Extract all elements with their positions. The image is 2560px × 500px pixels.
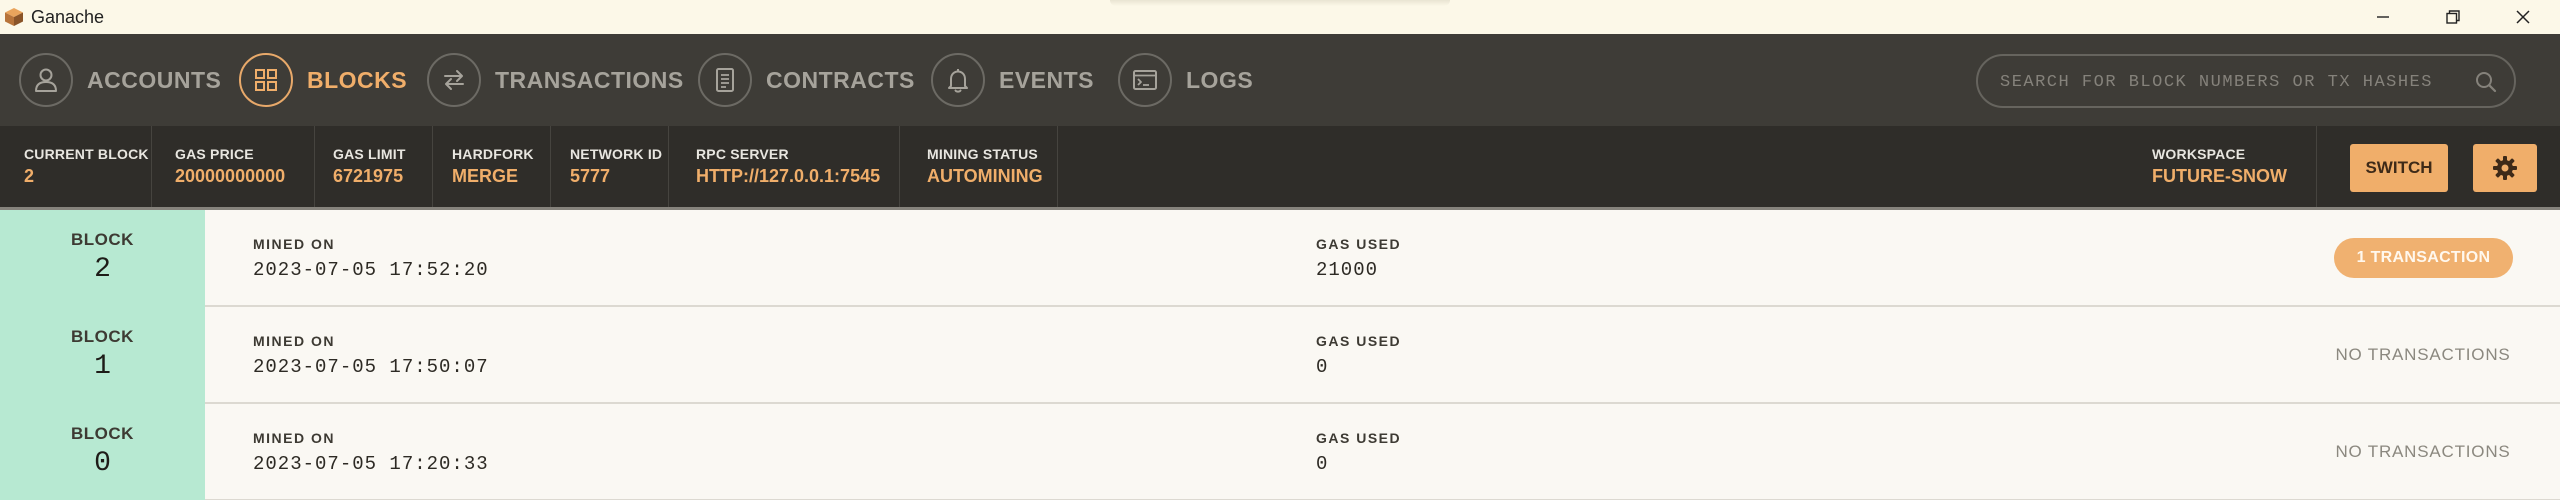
- search-input[interactable]: [2000, 70, 2460, 94]
- block-number-badge: BLOCK 1: [0, 307, 205, 404]
- network-id-label: NETWORK ID: [570, 146, 663, 162]
- mined-on-label: MINED ON: [253, 333, 335, 349]
- gas-price-label: GAS PRICE: [175, 146, 254, 162]
- block-number: 1: [94, 351, 111, 382]
- block-label: BLOCK: [71, 230, 134, 249]
- minimize-icon: [2377, 16, 2389, 18]
- switch-workspace-button[interactable]: SWITCH: [2350, 144, 2448, 192]
- mining-status-value: AUTOMINING: [927, 166, 1043, 186]
- rpc-server-value: HTTP://127.0.0.1:7545: [696, 166, 881, 186]
- nav-accounts-label: ACCOUNTS: [87, 66, 222, 93]
- restore-icon: [2446, 10, 2460, 24]
- grid-icon: [255, 69, 277, 91]
- current-block-value: 2: [24, 166, 35, 186]
- nav-blocks-label: BLOCKS: [307, 66, 408, 93]
- nav-contracts-label: CONTRACTS: [766, 66, 915, 93]
- person-icon: [35, 68, 57, 92]
- gas-used-label: GAS USED: [1316, 236, 1402, 252]
- document-icon: [716, 68, 734, 92]
- minimize-button[interactable]: [2348, 0, 2418, 34]
- gas-used-value: 0: [1316, 453, 1329, 475]
- block-row[interactable]: BLOCK 0 MINED ON 2023-07-05 17:20:33 GAS…: [0, 404, 2560, 500]
- block-number-badge: BLOCK 0: [0, 404, 205, 500]
- nav-accounts-icon-circle: [19, 53, 73, 107]
- mined-on-value: 2023-07-05 17:20:33: [253, 453, 489, 475]
- gas-used-label: GAS USED: [1316, 430, 1402, 446]
- block-number: 2: [94, 254, 111, 285]
- mined-on-value: 2023-07-05 17:50:07: [253, 356, 489, 378]
- block-list: BLOCK 2 MINED ON 2023-07-05 17:52:20 GAS…: [0, 210, 2560, 500]
- stat-hardfork: HARDFORK MERGE: [433, 126, 551, 207]
- window-title: Ganache: [31, 7, 105, 27]
- mined-on-label: MINED ON: [253, 236, 335, 252]
- terminal-icon: [1133, 70, 1157, 90]
- no-transactions-text: NO TRANSACTIONS: [2335, 345, 2511, 364]
- close-icon: [2516, 10, 2530, 24]
- nav-contracts[interactable]: CONTRACTS: [698, 50, 915, 110]
- status-bar: CURRENT BLOCK 2 GAS PRICE 20000000000 GA…: [0, 126, 2560, 210]
- nav-events-label: EVENTS: [999, 66, 1095, 93]
- stat-gas-limit: GAS LIMIT 6721975: [315, 126, 433, 207]
- nav-blocks[interactable]: BLOCKS: [239, 50, 407, 110]
- swap-arrows-icon: [444, 70, 464, 90]
- title-bar-shadow: [1110, 0, 1450, 6]
- workspace-label: WORKSPACE: [2152, 146, 2246, 162]
- block-row[interactable]: BLOCK 1 MINED ON 2023-07-05 17:50:07 GAS…: [0, 307, 2560, 404]
- mining-status-label: MINING STATUS: [927, 146, 1038, 162]
- gas-used-label: GAS USED: [1316, 333, 1402, 349]
- stat-network-id: NETWORK ID 5777: [551, 126, 669, 207]
- gas-limit-label: GAS LIMIT: [333, 146, 406, 162]
- restore-button[interactable]: [2418, 0, 2488, 34]
- nav-accounts[interactable]: ACCOUNTS: [19, 50, 221, 110]
- gas-price-value: 20000000000: [175, 166, 286, 186]
- stat-rpc-server: RPC SERVER HTTP://127.0.0.1:7545: [669, 126, 900, 207]
- nav-blocks-icon-circle: [239, 53, 293, 107]
- block-number: 0: [94, 448, 111, 479]
- gas-used-value: 0: [1316, 356, 1329, 378]
- mined-on-value: 2023-07-05 17:52:20: [253, 259, 489, 281]
- search-box: [1976, 54, 2516, 108]
- block-label: BLOCK: [71, 327, 134, 346]
- nav-events-icon-circle: [931, 53, 985, 107]
- hardfork-value: MERGE: [452, 166, 519, 186]
- nav-logs-icon-circle: [1118, 53, 1172, 107]
- block-label: BLOCK: [71, 424, 134, 443]
- transaction-count-badge[interactable]: 1 TRANSACTION: [2334, 238, 2513, 278]
- stat-mining-status: MINING STATUS AUTOMINING: [900, 126, 1058, 207]
- stat-current-block: CURRENT BLOCK 2: [0, 126, 152, 207]
- bell-icon: [948, 69, 968, 93]
- gas-limit-value: 6721975: [333, 166, 404, 186]
- search-icon[interactable]: [2474, 70, 2498, 94]
- close-button[interactable]: [2488, 0, 2558, 34]
- main-nav: ACCOUNTS BLOCKS TRANSACTIONS CONTRACTS E…: [0, 34, 2560, 126]
- gear-icon: [2493, 156, 2517, 180]
- current-block-label: CURRENT BLOCK: [24, 146, 149, 162]
- block-number-badge: BLOCK 2: [0, 210, 205, 307]
- stat-gas-price: GAS PRICE 20000000000: [152, 126, 315, 207]
- workspace-value: FUTURE-SNOW: [2152, 166, 2287, 186]
- nav-transactions[interactable]: TRANSACTIONS: [427, 50, 684, 110]
- nav-logs-label: LOGS: [1186, 66, 1254, 93]
- block-row[interactable]: BLOCK 2 MINED ON 2023-07-05 17:52:20 GAS…: [0, 210, 2560, 307]
- title-bar: Ganache: [0, 0, 2560, 34]
- rpc-server-label: RPC SERVER: [696, 146, 789, 162]
- stat-workspace: WORKSPACE FUTURE-SNOW: [2131, 126, 2317, 207]
- settings-button[interactable]: [2473, 144, 2537, 192]
- nav-transactions-label: TRANSACTIONS: [495, 66, 684, 93]
- nav-events[interactable]: EVENTS: [931, 50, 1094, 110]
- network-id-value: 5777: [570, 166, 611, 186]
- nav-logs[interactable]: LOGS: [1118, 50, 1253, 110]
- gas-used-value: 21000: [1316, 259, 1379, 281]
- hardfork-label: HARDFORK: [452, 146, 534, 162]
- nav-transactions-icon-circle: [427, 53, 481, 107]
- nav-contracts-icon-circle: [698, 53, 752, 107]
- no-transactions-text: NO TRANSACTIONS: [2335, 442, 2511, 461]
- ganache-cube-icon: [5, 8, 23, 26]
- mined-on-label: MINED ON: [253, 430, 335, 446]
